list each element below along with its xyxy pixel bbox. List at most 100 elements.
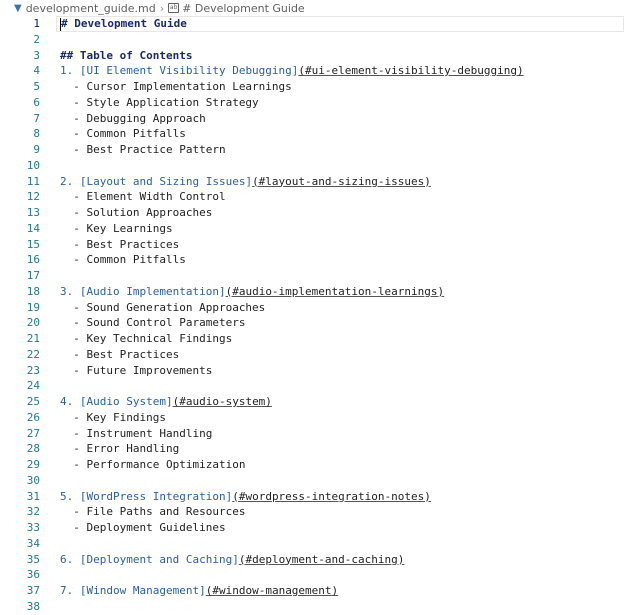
breadcrumb-section[interactable]: # Development Guide [182, 2, 305, 15]
editor-line[interactable]: 4 1. [UI Element Visibility Debugging](#u… [0, 63, 624, 79]
editor-line[interactable]: 38 [0, 599, 624, 615]
editor-line[interactable]: 34 [0, 536, 624, 552]
editor-line[interactable]: 11 2. [Layout and Sizing Issues](#layout-… [0, 174, 624, 190]
list-item: - Error Handling [73, 442, 180, 456]
editor-line[interactable]: 5 - Cursor Implementation Learnings [0, 79, 624, 95]
line-number: 33 [26, 521, 40, 534]
line-content[interactable]: - Best Practices [60, 347, 179, 363]
editor-line[interactable]: 36 [0, 567, 624, 583]
line-content[interactable]: - Best Practice Pattern [60, 142, 225, 158]
line-content[interactable]: - Deployment Guidelines [60, 520, 225, 536]
editor-line[interactable]: 15 - Best Practices [0, 237, 624, 253]
line-content[interactable]: 5. [WordPress Integration](#wordpress-in… [60, 489, 431, 505]
line-content[interactable]: - Cursor Implementation Learnings [60, 79, 292, 95]
editor-line[interactable]: 14 - Key Learnings [0, 221, 624, 237]
line-number: 4 [33, 64, 40, 78]
editor-line[interactable]: 33 - Deployment Guidelines [0, 520, 624, 536]
editor-line[interactable]: 2 [0, 32, 624, 48]
editor-line[interactable]: 25 4. [Audio System](#audio-system) [0, 394, 624, 410]
link-anchor[interactable]: (#wordpress-integration-notes) [232, 490, 431, 503]
editor-line[interactable]: 29 - Performance Optimization [0, 457, 624, 473]
list-item: - Instrument Handling [73, 426, 213, 440]
link-anchor[interactable]: (#layout-and-sizing-issues) [252, 175, 431, 188]
editor-line[interactable]: 16 - Common Pitfalls [0, 252, 624, 268]
line-number: 10 [26, 158, 40, 172]
line-content[interactable]: - Sound Generation Approaches [60, 300, 265, 316]
editor-line[interactable]: 3 ## Table of Contents [0, 48, 624, 64]
editor-line[interactable]: 6 - Style Application Strategy [0, 95, 624, 111]
editor-line[interactable]: 1 # Development Guide [0, 16, 624, 32]
line-content[interactable]: - Common Pitfalls [60, 252, 186, 268]
line-content[interactable]: - Debugging Approach [60, 111, 205, 127]
list-number: 1. [60, 64, 74, 78]
line-number: 13 [26, 206, 40, 219]
editor-line[interactable]: 21 - Key Technical Findings [0, 331, 624, 347]
line-number: 22 [26, 347, 40, 361]
line-number: 14 [26, 221, 40, 235]
link-label: [UI Element Visibility Debugging] [79, 64, 299, 78]
code-editor[interactable]: 1 # Development Guide 2 3 ## Table of Conten… [0, 16, 624, 615]
editor-line[interactable]: 19 - Sound Generation Approaches [0, 300, 624, 316]
list-number: 6. [60, 552, 74, 566]
line-content[interactable]: ## Table of Contents [60, 48, 192, 64]
line-content[interactable]: - Future Improvements [60, 363, 212, 379]
link-anchor[interactable]: (#ui-element-visibility-debugging) [298, 64, 523, 77]
editor-line[interactable]: 10 [0, 158, 624, 174]
editor-line[interactable]: 31 5. [WordPress Integration](#wordpress-… [0, 489, 624, 505]
line-content[interactable]: - Common Pitfalls [60, 126, 186, 142]
editor-line[interactable]: 9 - Best Practice Pattern [0, 142, 624, 158]
editor-line[interactable]: 24 [0, 378, 624, 394]
heading-1: # Development Guide [61, 17, 187, 30]
link-label: [Window Management] [79, 584, 206, 597]
line-content[interactable]: 6. [Deployment and Caching](#deployment-… [60, 552, 404, 568]
line-content[interactable]: - Solution Approaches [60, 205, 212, 221]
line-content[interactable]: - Key Learnings [60, 221, 172, 237]
line-number: 17 [26, 269, 40, 282]
line-number: 24 [26, 379, 40, 393]
editor-line[interactable]: 30 [0, 473, 624, 489]
line-content[interactable]: # Development Guide [60, 16, 187, 32]
line-number: 18 [26, 284, 40, 298]
editor-line[interactable]: 17 [0, 268, 624, 284]
editor-line[interactable]: 26 - Key Findings [0, 410, 624, 426]
editor-line[interactable]: 28 - Error Handling [0, 441, 624, 457]
line-content[interactable]: - File Paths and Resources [60, 504, 245, 520]
editor-line[interactable]: 7 - Debugging Approach [0, 111, 624, 127]
line-content[interactable]: 3. [Audio Implementation](#audio-impleme… [60, 284, 444, 300]
line-content[interactable]: 1. [UI Element Visibility Debugging](#ui… [60, 63, 524, 79]
line-content[interactable]: 7. [Window Management](#window-managemen… [60, 583, 338, 599]
editor-line[interactable]: 12 - Element Width Control [0, 189, 624, 205]
editor-line[interactable]: 20 - Sound Control Parameters [0, 315, 624, 331]
link-anchor[interactable]: (#window-management) [206, 584, 338, 597]
line-content[interactable]: - Key Findings [60, 410, 166, 426]
link-anchor[interactable]: (#audio-system) [173, 395, 272, 408]
line-number: 35 [26, 552, 40, 566]
editor-line[interactable]: 32 - File Paths and Resources [0, 504, 624, 520]
line-number: 11 [26, 174, 40, 188]
editor-line[interactable]: 37 7. [Window Management](#window-managem… [0, 583, 624, 599]
line-content[interactable]: - Performance Optimization [60, 457, 245, 473]
list-number: 4. [60, 395, 74, 408]
line-content[interactable]: - Best Practices [60, 237, 179, 253]
line-content[interactable]: - Element Width Control [60, 189, 225, 205]
markdown-file-icon: ▼ [14, 2, 22, 14]
line-content[interactable]: - Style Application Strategy [60, 95, 258, 111]
line-content[interactable]: - Sound Control Parameters [60, 315, 245, 331]
editor-line[interactable]: 22 - Best Practices [0, 347, 624, 363]
list-item: - Common Pitfalls [73, 253, 186, 267]
line-content[interactable]: 4. [Audio System](#audio-system) [60, 394, 272, 410]
editor-line[interactable]: 18 3. [Audio Implementation](#audio-imple… [0, 284, 624, 300]
editor-line[interactable]: 35 6. [Deployment and Caching](#deploymen… [0, 552, 624, 568]
line-content[interactable]: - Error Handling [60, 441, 179, 457]
link-anchor[interactable]: (#deployment-and-caching) [239, 553, 405, 566]
editor-line[interactable]: 13 - Solution Approaches [0, 205, 624, 221]
line-content[interactable]: - Key Technical Findings [60, 331, 232, 347]
line-number: 19 [26, 300, 40, 314]
editor-line[interactable]: 27 - Instrument Handling [0, 426, 624, 442]
line-content[interactable]: 2. [Layout and Sizing Issues](#layout-an… [60, 174, 431, 190]
link-anchor[interactable]: (#audio-implementation-learnings) [226, 285, 445, 298]
editor-line[interactable]: 23 - Future Improvements [0, 363, 624, 379]
line-content[interactable]: - Instrument Handling [60, 426, 212, 442]
breadcrumb-file[interactable]: development_guide.md [26, 2, 156, 15]
editor-line[interactable]: 8 - Common Pitfalls [0, 126, 624, 142]
